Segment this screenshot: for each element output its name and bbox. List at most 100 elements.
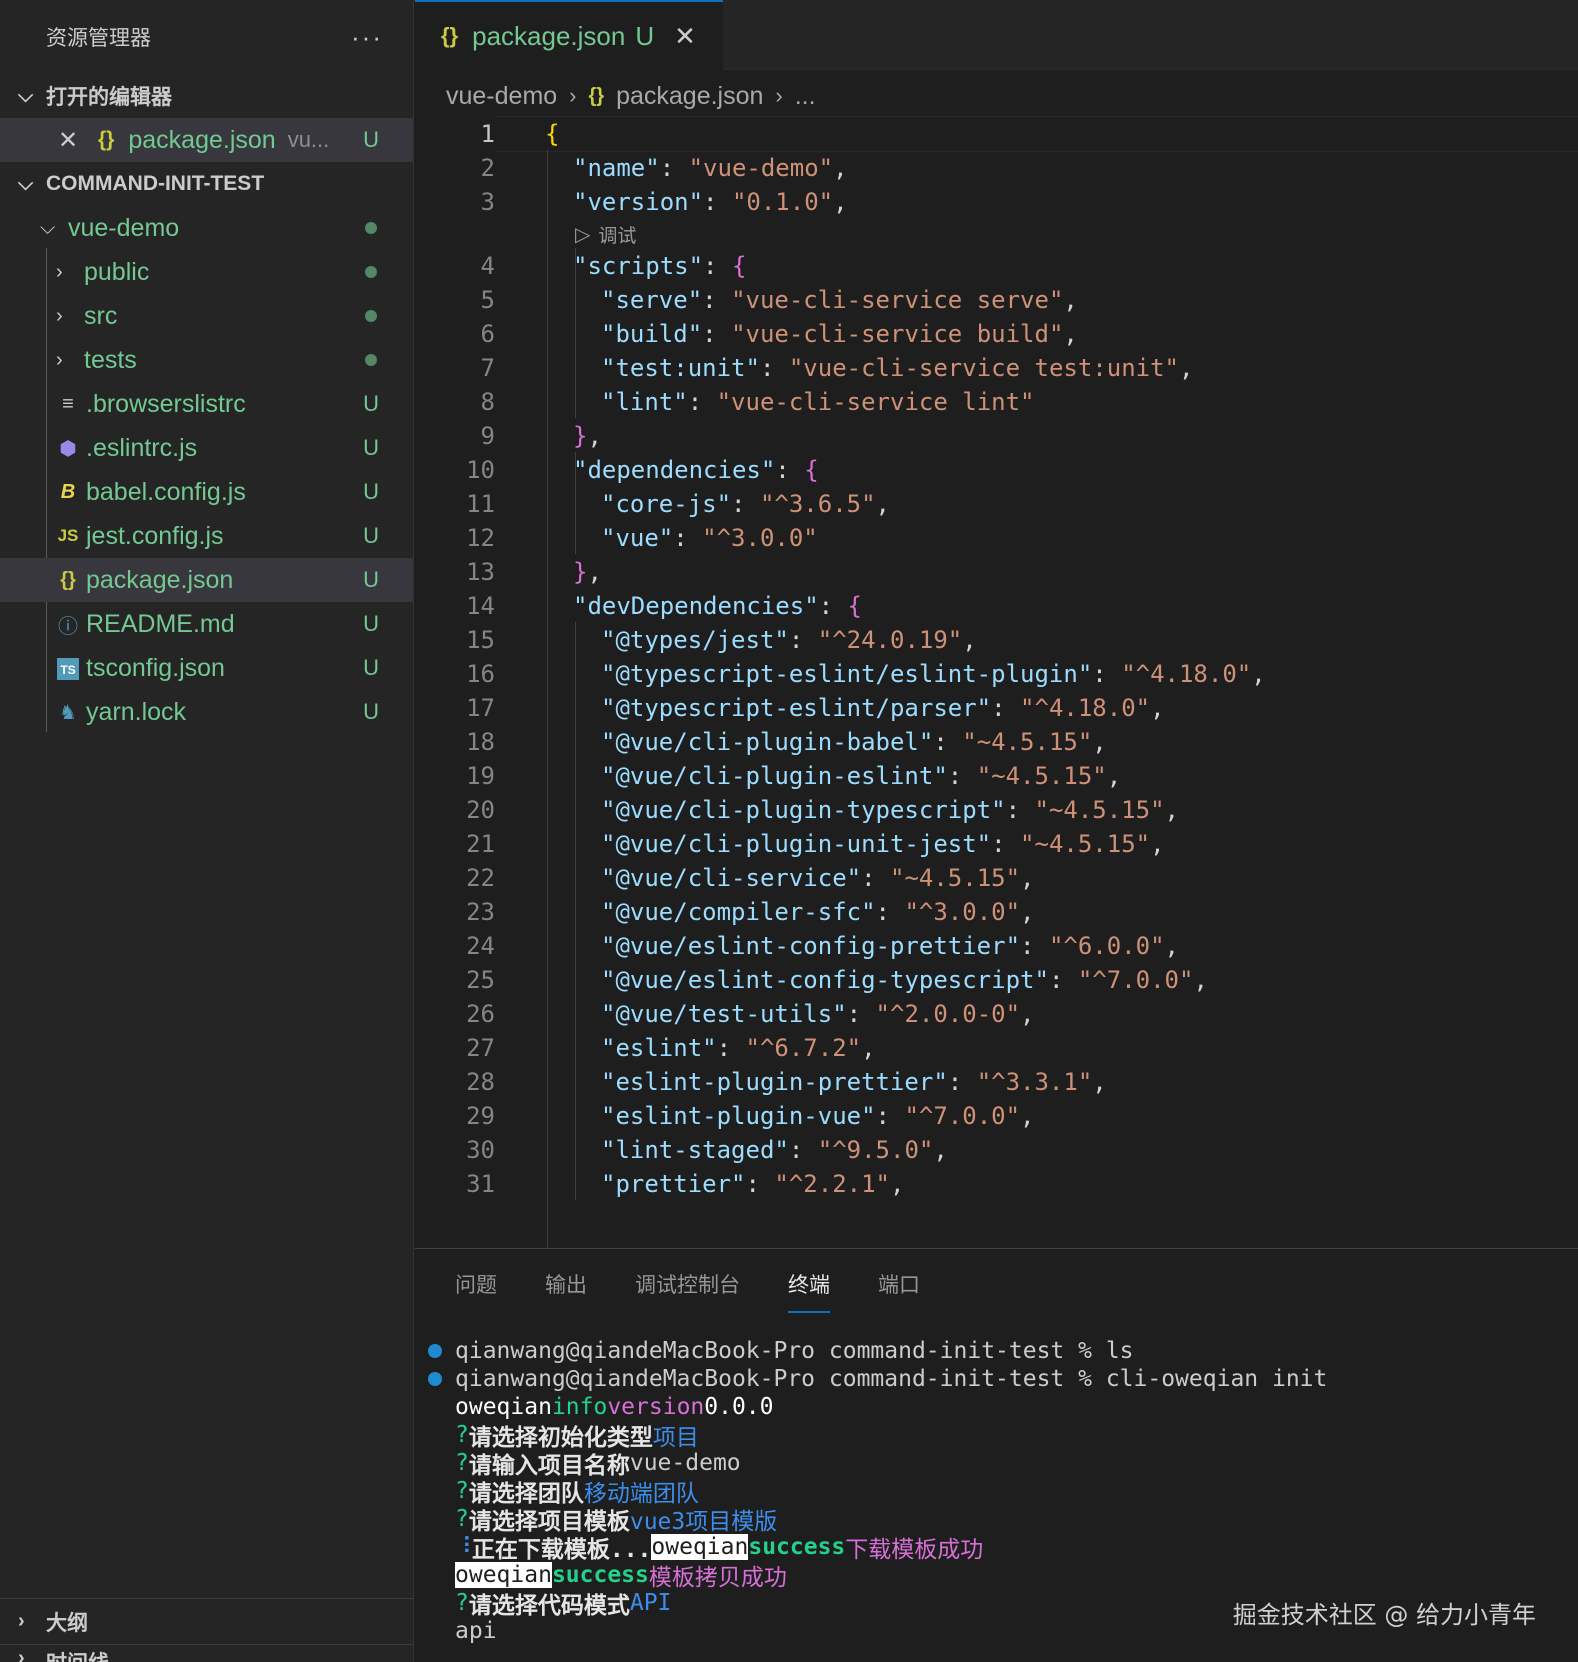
watermark: 掘金技术社区 @ 给力小青年 xyxy=(1232,1601,1536,1629)
code-line: 13}, xyxy=(415,554,1578,590)
code-line: 29 "eslint-plugin-vue": "^7.0.0", xyxy=(415,1098,1578,1134)
terminal-text: version xyxy=(607,1394,705,1420)
code-line: 5 "serve": "vue-cli-service serve", xyxy=(415,282,1578,318)
json-icon: {} xyxy=(98,128,115,151)
code-text: "@vue/cli-plugin-babel": "~4.5.15", xyxy=(601,728,1107,756)
timeline-section[interactable]: › 时间线 xyxy=(0,1644,414,1662)
code-line: 11 "core-js": "^3.6.5", xyxy=(415,486,1578,522)
tree-item-label: src xyxy=(84,301,118,330)
workspace-section[interactable]: ⌵ COMMAND-INIT-TEST xyxy=(0,162,413,206)
panel-tab[interactable]: 端口 xyxy=(878,1269,920,1313)
code-line: 15 "@types/jest": "^24.0.19", xyxy=(415,622,1578,658)
panel-tab[interactable]: 输出 xyxy=(545,1269,587,1313)
git-status-badge: U xyxy=(635,20,655,51)
code-line: 22 "@vue/cli-service": "~4.5.15", xyxy=(415,860,1578,896)
breadcrumb-symbol[interactable]: ... xyxy=(795,82,816,111)
tree-item-babel-config[interactable]: B babel.config.js U xyxy=(0,470,413,514)
command-decoration-icon[interactable] xyxy=(428,1344,442,1358)
tree-item-eslintrc[interactable]: ⬢ .eslintrc.js U xyxy=(0,426,413,470)
code-editor[interactable]: 1{2 "name": "vue-demo", 3 "version": "0.1.0… xyxy=(415,116,1578,1248)
code-line: 26 "@vue/test-utils": "^2.0.0-0", xyxy=(415,996,1578,1032)
terminal-text: success xyxy=(748,1534,846,1560)
line-number: 1 xyxy=(480,120,495,148)
terminal-text: success xyxy=(551,1562,649,1588)
code-line: 1{ xyxy=(415,116,1578,152)
close-icon[interactable]: ✕ xyxy=(58,126,98,155)
panel-tab[interactable]: 问题 xyxy=(455,1269,497,1313)
line-number: 28 xyxy=(466,1068,495,1096)
code-text: "vue": "^3.0.0" xyxy=(601,524,818,552)
terminal-text: oweqian xyxy=(455,1562,552,1588)
code-text: "@types/jest": "^24.0.19", xyxy=(601,626,977,654)
eslint-icon: ⬢ xyxy=(59,437,77,460)
code-line: 28 "eslint-plugin-prettier": "^3.3.1", xyxy=(415,1064,1578,1100)
close-icon[interactable]: ✕ xyxy=(674,21,696,52)
line-number: 5 xyxy=(480,286,495,314)
line-number: 27 xyxy=(466,1034,495,1062)
terminal-text: ? xyxy=(455,1478,469,1504)
outline-label: 大纲 xyxy=(46,1611,88,1635)
tree-item-label: babel.config.js xyxy=(86,477,246,506)
code-text: "build": "vue-cli-service build", xyxy=(601,320,1078,348)
tree-item-browserslistrc[interactable]: ≡ .browserslistrc U xyxy=(0,382,413,426)
chevron-right-icon: › xyxy=(18,1647,25,1662)
tab-package-json[interactable]: {} package.json U ✕ xyxy=(415,0,723,70)
code-text: "@typescript-eslint/eslint-plugin": "^4.… xyxy=(601,660,1266,688)
line-number: 23 xyxy=(466,898,495,926)
code-text: "eslint-plugin-prettier": "^3.3.1", xyxy=(601,1068,1107,1096)
code-text: "lint": "vue-cli-service lint" xyxy=(601,388,1035,416)
code-text: }, xyxy=(573,422,602,450)
tree-item-tsconfig[interactable]: TS tsconfig.json U xyxy=(0,646,413,690)
line-number: 18 xyxy=(466,728,495,756)
tree-item-label: public xyxy=(84,257,150,286)
breadcrumb-file[interactable]: package.json xyxy=(616,82,763,111)
breadcrumb-folder[interactable]: vue-demo xyxy=(446,82,557,111)
modified-dot xyxy=(365,310,377,322)
tree-item-src[interactable]: › src xyxy=(0,294,413,338)
terminal-line: oweqian info version 0.0.0 xyxy=(415,1393,1578,1421)
tree-item-readme[interactable]: ⓘ README.md U xyxy=(0,602,413,646)
code-text: "devDependencies": { xyxy=(573,592,862,620)
tree-item-tests[interactable]: › tests xyxy=(0,338,413,382)
panel-tab[interactable]: 终端 xyxy=(788,1269,830,1313)
open-editors-section[interactable]: ⌵ 打开的编辑器 xyxy=(0,74,413,118)
code-text: "@vue/test-utils": "^2.0.0-0", xyxy=(601,1000,1035,1028)
code-text: "@vue/compiler-sfc": "^3.0.0", xyxy=(601,898,1035,926)
line-number: 2 xyxy=(480,154,495,182)
yarn-icon: ♞ xyxy=(59,701,77,724)
outline-section[interactable]: › 大纲 xyxy=(0,1598,414,1644)
folder-vue-demo[interactable]: ⌵ vue-demo xyxy=(0,206,413,250)
debug-codelens[interactable]: ▷ 调试 xyxy=(575,220,636,248)
code-text: "lint-staged": "^9.5.0", xyxy=(601,1136,948,1164)
more-actions-icon[interactable]: ··· xyxy=(351,22,383,53)
git-status-badge: U xyxy=(363,611,379,636)
tree-item-yarn-lock[interactable]: ♞ yarn.lock U xyxy=(0,690,413,734)
code-line: 14 "devDependencies": { xyxy=(415,588,1578,624)
line-number: 4 xyxy=(480,252,495,280)
tree-item-package-json[interactable]: {} package.json U xyxy=(0,558,413,602)
code-text: "@vue/cli-plugin-typescript": "~4.5.15", xyxy=(601,796,1179,824)
line-number: 19 xyxy=(466,762,495,790)
code-text: "@typescript-eslint/parser": "^4.18.0", xyxy=(601,694,1165,722)
chevron-down-icon: ⌵ xyxy=(18,172,34,195)
open-editor-item[interactable]: ✕ {} package.json vu... U xyxy=(0,118,413,162)
code-line: 3 "version": "0.1.0", xyxy=(415,184,1578,220)
editor-tab-bar: {} package.json U ✕ xyxy=(415,0,1578,70)
terminal-text: ? xyxy=(455,1422,469,1448)
codelens-label: 调试 xyxy=(598,225,637,247)
panel-tab[interactable]: 调试控制台 xyxy=(635,1269,740,1313)
code-line: 23 "@vue/compiler-sfc": "^3.0.0", xyxy=(415,894,1578,930)
line-number: 3 xyxy=(480,188,495,216)
terminal-text: 项目 xyxy=(652,1425,699,1451)
code-line: 7 "test:unit": "vue-cli-service test:unit… xyxy=(415,350,1578,386)
code-line: 19 "@vue/cli-plugin-eslint": "~4.5.15", xyxy=(415,758,1578,794)
terminal-text: vue-demo xyxy=(629,1450,741,1476)
command-decoration-icon[interactable] xyxy=(428,1372,442,1386)
code-text: "@vue/cli-plugin-eslint": "~4.5.15", xyxy=(601,762,1122,790)
chevron-right-icon: › xyxy=(569,83,577,108)
tree-item-public[interactable]: › public xyxy=(0,250,413,294)
line-number: 30 xyxy=(466,1136,495,1164)
code-text: "eslint-plugin-vue": "^7.0.0", xyxy=(601,1102,1035,1130)
terminal-line: qianwang@qiandeMacBook-Pro command-init-… xyxy=(415,1365,1578,1393)
tree-item-jest-config[interactable]: JS jest.config.js U xyxy=(0,514,413,558)
